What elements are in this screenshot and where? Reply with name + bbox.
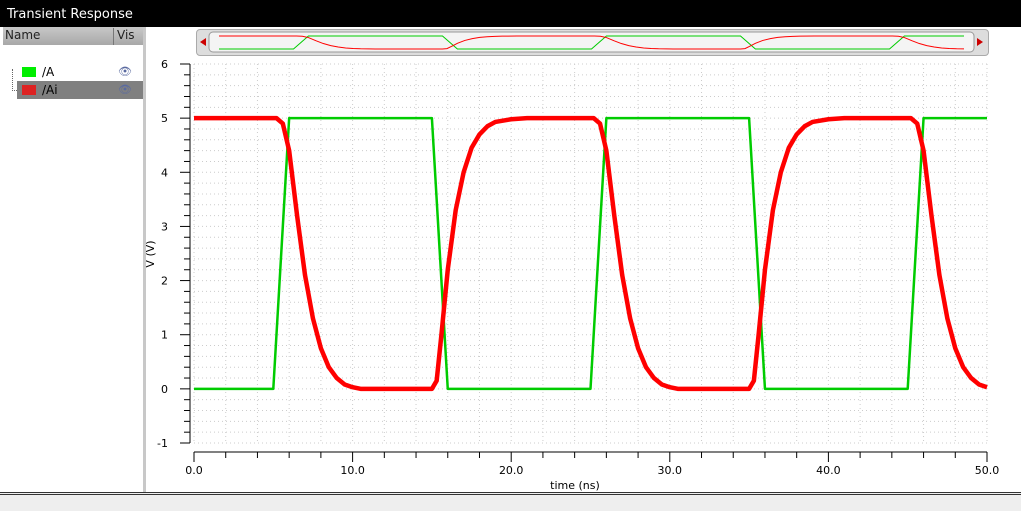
color-swatch bbox=[22, 85, 36, 95]
x-axis-label: time (ns) bbox=[550, 479, 600, 492]
signal-list-header: Name Vis bbox=[3, 27, 143, 45]
overview-scrollbar[interactable] bbox=[196, 29, 989, 56]
series-line-a bbox=[194, 116, 987, 391]
y-tick-label: 1 bbox=[161, 329, 168, 342]
window-title: Transient Response bbox=[0, 0, 1021, 27]
signal-item-ai[interactable]: /Ai 👁 bbox=[17, 81, 143, 99]
y-tick-label: 5 bbox=[161, 112, 168, 125]
signal-label: /A bbox=[42, 65, 55, 79]
series-line-ai bbox=[194, 115, 988, 392]
x-tick-label: 10.0 bbox=[340, 464, 365, 477]
signal-list-panel: Name Vis /A 👁 /Ai 👁 bbox=[3, 27, 146, 492]
color-swatch bbox=[22, 67, 36, 77]
eye-icon[interactable]: 👁 bbox=[118, 65, 132, 78]
y-tick-label: 0 bbox=[161, 383, 168, 396]
x-tick-label: 30.0 bbox=[658, 464, 683, 477]
x-tick-label: 50.0 bbox=[975, 464, 1000, 477]
y-tick-label: 4 bbox=[161, 166, 168, 179]
column-name[interactable]: Name bbox=[5, 28, 40, 42]
column-vis[interactable]: Vis bbox=[113, 28, 135, 45]
y-tick-label: 6 bbox=[161, 58, 168, 71]
x-tick-label: 20.0 bbox=[499, 464, 524, 477]
y-tick-label: 3 bbox=[161, 220, 168, 233]
chart: 0.0 10.0 20.0 30.0 40.0 50.0 -1 0 1 2 3 4 5 6 time (n… bbox=[144, 58, 1000, 492]
y-tick-label: 2 bbox=[161, 275, 168, 288]
x-tick-label: 0.0 bbox=[185, 464, 203, 477]
status-bar bbox=[0, 492, 1021, 511]
signal-label: /Ai bbox=[42, 83, 58, 97]
signal-item-a[interactable]: /A 👁 bbox=[17, 63, 143, 81]
overview-thumbnail bbox=[200, 31, 983, 53]
x-tick-label: 40.0 bbox=[816, 464, 841, 477]
y-tick-label: -1 bbox=[157, 437, 168, 450]
eye-icon[interactable]: 👁 bbox=[118, 83, 132, 96]
scroll-right-icon bbox=[977, 38, 983, 46]
scroll-left-icon bbox=[200, 38, 206, 46]
